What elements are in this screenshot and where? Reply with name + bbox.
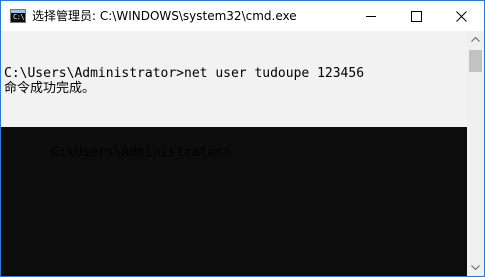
window-title: 选择管理员: C:\WINDOWS\system32\cmd.exe (32, 9, 297, 23)
close-button[interactable] (439, 1, 484, 31)
scroll-down-button[interactable] (467, 259, 484, 276)
scrollbar-thumb[interactable] (469, 50, 482, 72)
vertical-scrollbar[interactable] (467, 31, 484, 276)
close-icon (456, 11, 467, 22)
result-line: 命令成功完成。 (4, 81, 96, 96)
cmd-window: C:\. 选择管理员: C:\WINDOWS\system32\cmd.exe … (0, 0, 485, 277)
console-output[interactable]: C:\Users\Administrator>net user tudoupe … (1, 31, 467, 276)
prompt-line: C:\Users\Administrator> (4, 128, 239, 160)
minimize-icon (366, 16, 376, 17)
scroll-up-button[interactable] (467, 31, 484, 48)
cmd-icon[interactable]: C:\. (10, 9, 28, 23)
scroll-down-arrow-icon (471, 265, 480, 270)
prompt-text: C:\Users\Administrator> (50, 145, 231, 160)
text-cursor (230, 144, 239, 158)
scroll-up-arrow-icon (471, 37, 480, 42)
cmd-icon-glyph: C:\. (13, 13, 28, 21)
title-bar[interactable]: C:\. 选择管理员: C:\WINDOWS\system32\cmd.exe (1, 1, 484, 31)
maximize-button[interactable] (394, 1, 439, 31)
command-line: C:\Users\Administrator>net user tudoupe … (4, 66, 365, 81)
minimize-button[interactable] (349, 1, 394, 31)
maximize-icon (411, 11, 422, 22)
